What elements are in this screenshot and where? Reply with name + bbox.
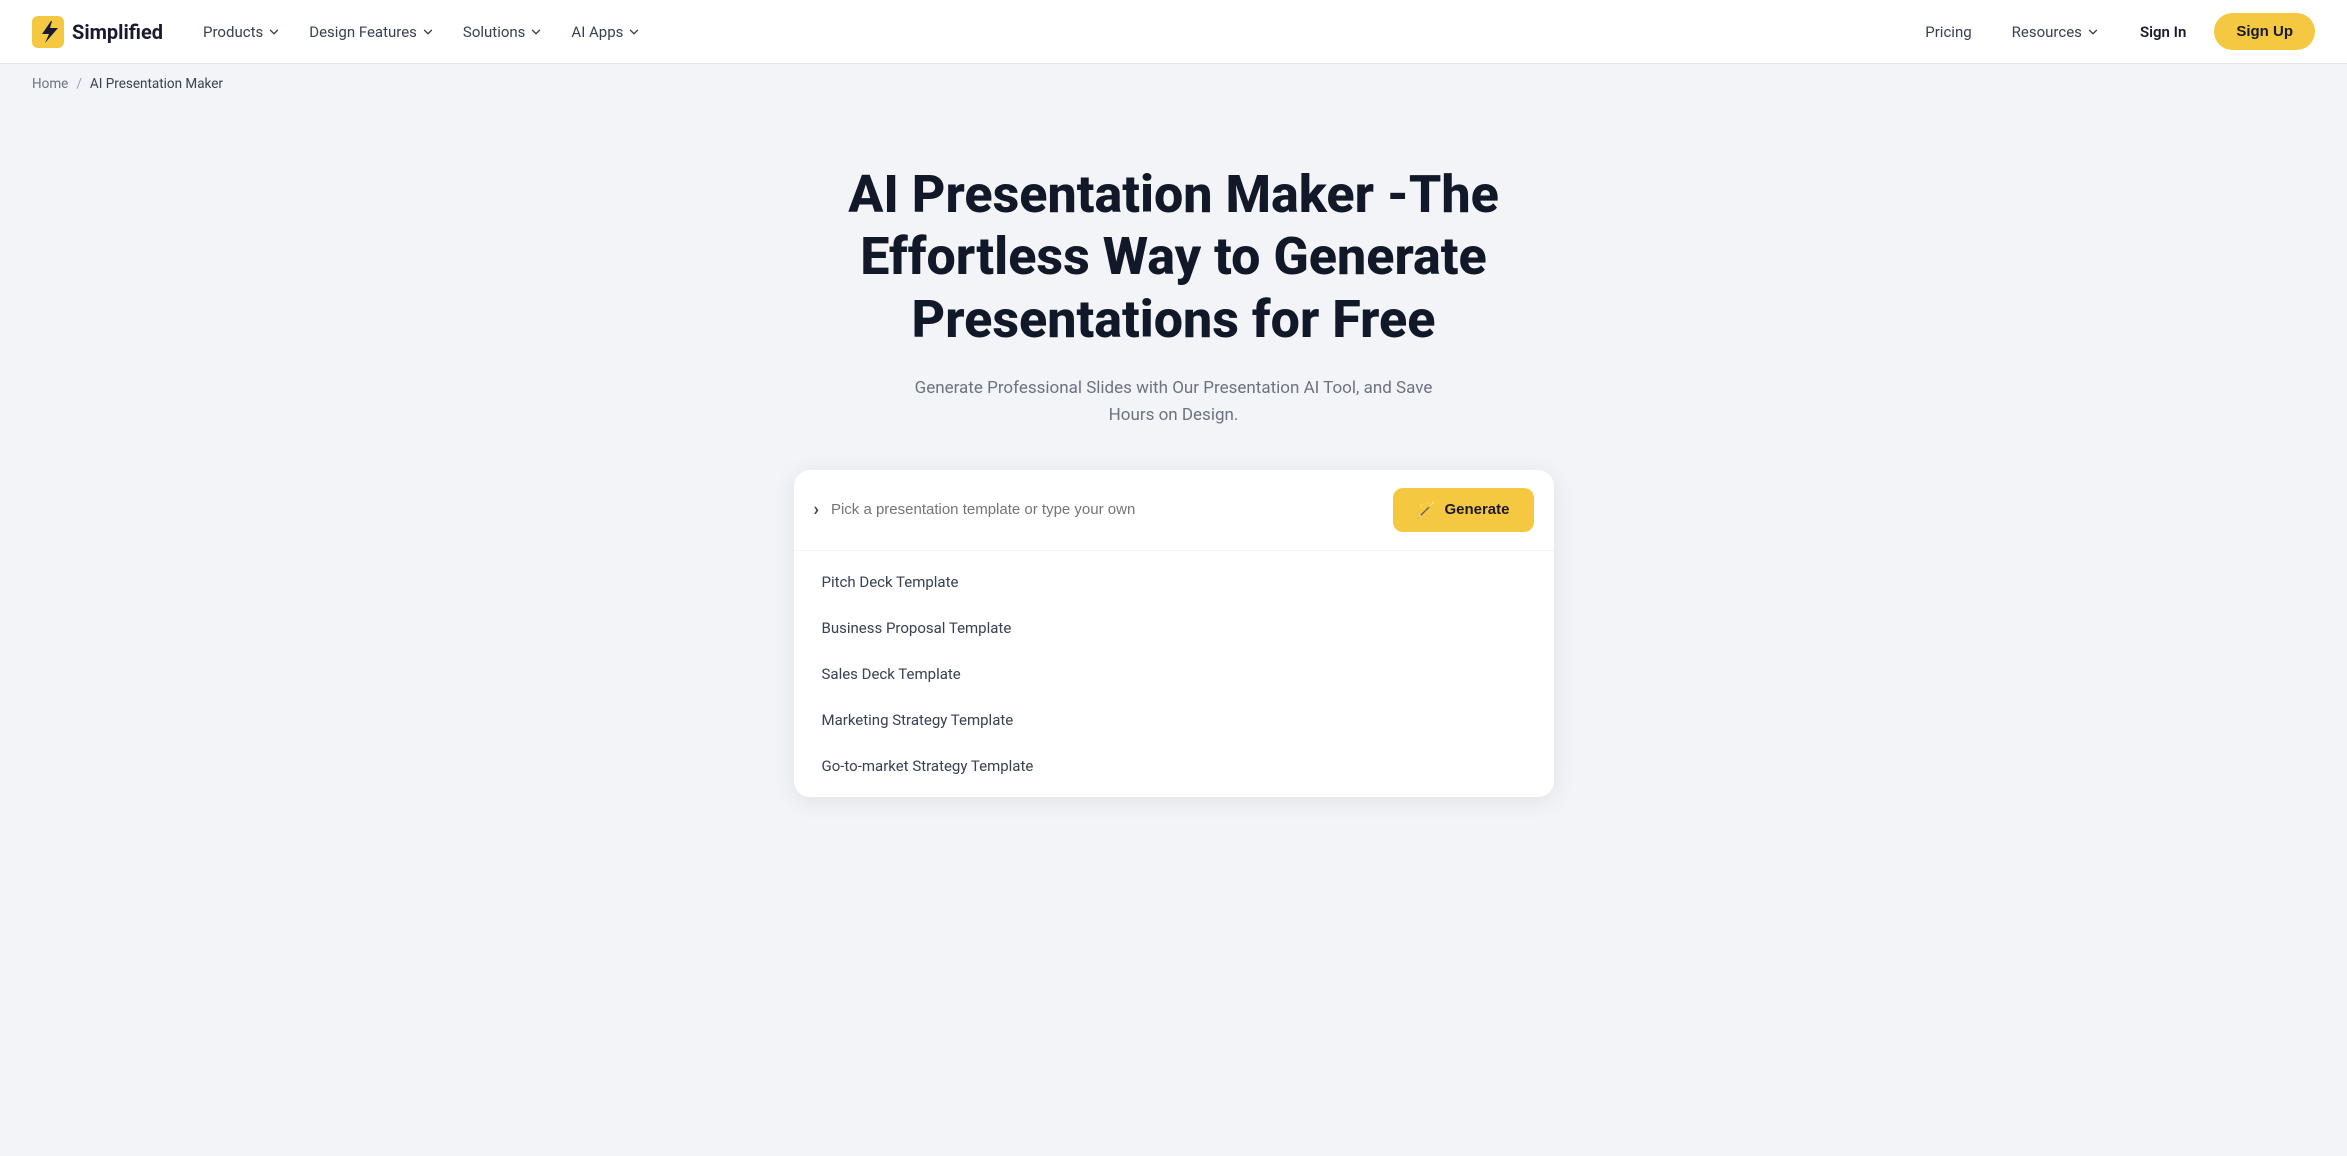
nav-item-pricing-label: Pricing xyxy=(1925,23,1971,41)
sign-in-button[interactable]: Sign In xyxy=(2128,15,2198,49)
generate-button-label: Generate xyxy=(1444,501,1509,518)
template-item-1[interactable]: Business Proposal Template xyxy=(794,605,1554,651)
template-item-4[interactable]: Go-to-market Strategy Template xyxy=(794,743,1554,789)
search-input[interactable] xyxy=(831,501,1381,518)
chevron-down-icon xyxy=(2086,25,2100,39)
nav-item-design-features-label: Design Features xyxy=(309,23,417,41)
search-bar: › 🪄 Generate xyxy=(794,470,1554,551)
hero-subtitle: Generate Professional Slides with Our Pr… xyxy=(904,375,1444,429)
navbar-right: Pricing Resources Sign In Sign Up xyxy=(1913,13,2315,50)
chevron-down-icon xyxy=(529,25,543,39)
hero-title: AI Presentation Maker -The Effortless Wa… xyxy=(814,164,1534,351)
sign-up-button[interactable]: Sign Up xyxy=(2214,13,2315,50)
nav-item-solutions[interactable]: Solutions xyxy=(451,15,556,49)
wand-icon: 🪄 xyxy=(1417,500,1437,520)
search-chevron-icon: › xyxy=(814,499,819,520)
chevron-down-icon xyxy=(267,25,281,39)
nav-links: Products Design Features Solutions AI Ap… xyxy=(191,15,653,49)
template-item-3[interactable]: Marketing Strategy Template xyxy=(794,697,1554,743)
nav-item-products[interactable]: Products xyxy=(191,15,293,49)
template-list: Pitch Deck Template Business Proposal Te… xyxy=(794,551,1554,797)
nav-item-design-features[interactable]: Design Features xyxy=(297,15,447,49)
nav-item-ai-apps-label: AI Apps xyxy=(571,23,623,41)
nav-item-pricing[interactable]: Pricing xyxy=(1913,15,1983,49)
logo-text: Simplified xyxy=(72,20,163,44)
breadcrumb: Home / AI Presentation Maker xyxy=(0,64,2347,104)
logo-icon xyxy=(32,16,64,48)
nav-item-solutions-label: Solutions xyxy=(463,23,526,41)
template-item-2[interactable]: Sales Deck Template xyxy=(794,651,1554,697)
breadcrumb-current: AI Presentation Maker xyxy=(90,76,223,92)
chevron-down-icon xyxy=(627,25,641,39)
logo[interactable]: Simplified xyxy=(32,16,163,48)
nav-item-products-label: Products xyxy=(203,23,263,41)
generate-button[interactable]: 🪄 Generate xyxy=(1393,488,1534,532)
main-content: AI Presentation Maker -The Effortless Wa… xyxy=(0,104,2347,837)
template-item-0[interactable]: Pitch Deck Template xyxy=(794,559,1554,605)
nav-item-resources[interactable]: Resources xyxy=(2000,15,2112,49)
breadcrumb-separator: / xyxy=(76,76,82,92)
nav-item-resources-label: Resources xyxy=(2012,23,2082,41)
breadcrumb-home[interactable]: Home xyxy=(32,76,68,92)
nav-item-ai-apps[interactable]: AI Apps xyxy=(559,15,653,49)
navbar: Simplified Products Design Features Solu… xyxy=(0,0,2347,64)
chevron-down-icon xyxy=(421,25,435,39)
search-container: › 🪄 Generate Pitch Deck Template Busines… xyxy=(794,470,1554,797)
navbar-left: Simplified Products Design Features Solu… xyxy=(32,15,653,49)
